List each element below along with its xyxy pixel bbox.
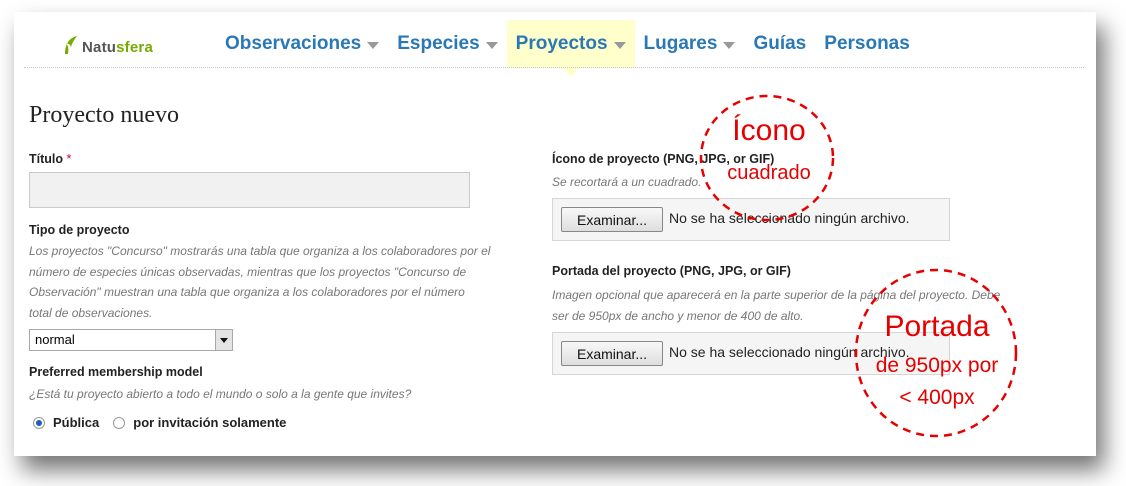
portada-annotation-line2: de 950px por [875,354,999,377]
annotation-overlay [699,94,1018,438]
portada-annotation-line3: < 400px [899,386,975,409]
portada-annotation-circle [854,268,1018,438]
icono-annotation-title: Ícono [732,114,806,147]
icono-annotation-sub: cuadrado [727,162,811,184]
portada-annotation-title: Portada [884,310,990,343]
